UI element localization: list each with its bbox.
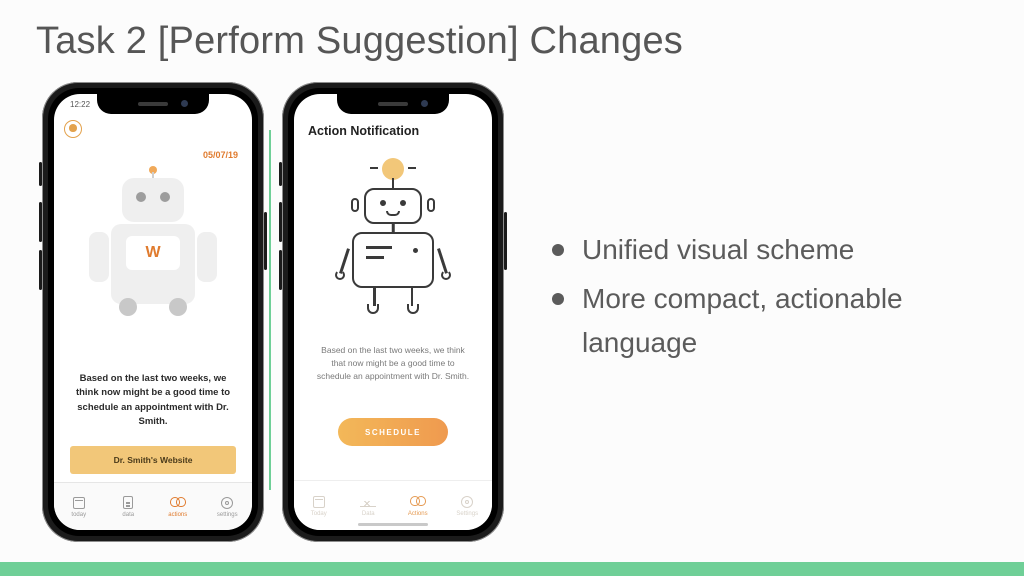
tab-label: Actions [408,511,428,517]
tab-actions[interactable]: actions [153,483,203,530]
robot-panel-text: W [126,236,180,270]
tab-bar: today data actions settings [54,482,252,530]
screen-header: Action Notification [308,124,419,138]
tab-bar: Today Data Actions Settings [294,480,492,530]
tab-label: Data [362,511,375,517]
calendar-icon [71,496,87,510]
gear-icon [459,495,475,509]
bullet-dot-icon [552,293,564,305]
actions-icon [410,495,426,509]
schedule-button[interactable]: SCHEDULE [338,418,448,446]
tab-today[interactable]: today [54,483,104,530]
tab-label: Settings [456,511,478,517]
bullet-item: More compact, actionable language [552,277,992,364]
calendar-icon [311,495,327,509]
phone-mockup-before: 12:22 05/07/19 W Based on the last two w… [42,82,264,542]
website-button[interactable]: Dr. Smith's Website [70,446,236,474]
bullet-text: More compact, actionable language [582,277,992,364]
suggestion-message: Based on the last two weeks, we think no… [72,372,234,429]
slide: Task 2 [Perform Suggestion] Changes Unif… [0,0,1024,576]
tab-settings[interactable]: Settings [443,481,493,530]
tab-settings[interactable]: settings [203,483,253,530]
tab-today[interactable]: Today [294,481,344,530]
status-time: 12:22 [70,100,90,109]
tab-data[interactable]: data [104,483,154,530]
actions-icon [170,496,186,510]
bullet-dot-icon [552,244,564,256]
gear-icon [219,496,235,510]
phone-screen: Action Notification Based on the last tw… [294,94,492,530]
home-indicator [358,523,428,526]
robot-illustration [333,158,453,318]
phone-screen: 12:22 05/07/19 W Based on the last two w… [54,94,252,530]
bullet-item: Unified visual scheme [552,228,992,271]
chart-icon [360,495,376,509]
tab-label: today [71,512,86,518]
robot-illustration: W [87,166,219,316]
phone-divider [269,130,271,490]
data-icon [120,496,136,510]
tab-label: data [122,512,134,518]
date-label: 05/07/19 [203,150,238,160]
tab-label: Today [311,511,327,517]
bullet-text: Unified visual scheme [582,228,854,271]
tab-label: actions [168,512,187,518]
phone-mockup-after: Action Notification Based on the last tw… [282,82,504,542]
tab-label: settings [217,512,238,518]
suggestion-message: Based on the last two weeks, we think th… [316,344,470,384]
slide-footer-bar [0,562,1024,576]
slide-title: Task 2 [Perform Suggestion] Changes [36,20,683,63]
bullet-list: Unified visual scheme More compact, acti… [552,228,992,370]
profile-avatar-icon[interactable] [64,120,82,138]
lightbulb-icon [382,158,404,180]
